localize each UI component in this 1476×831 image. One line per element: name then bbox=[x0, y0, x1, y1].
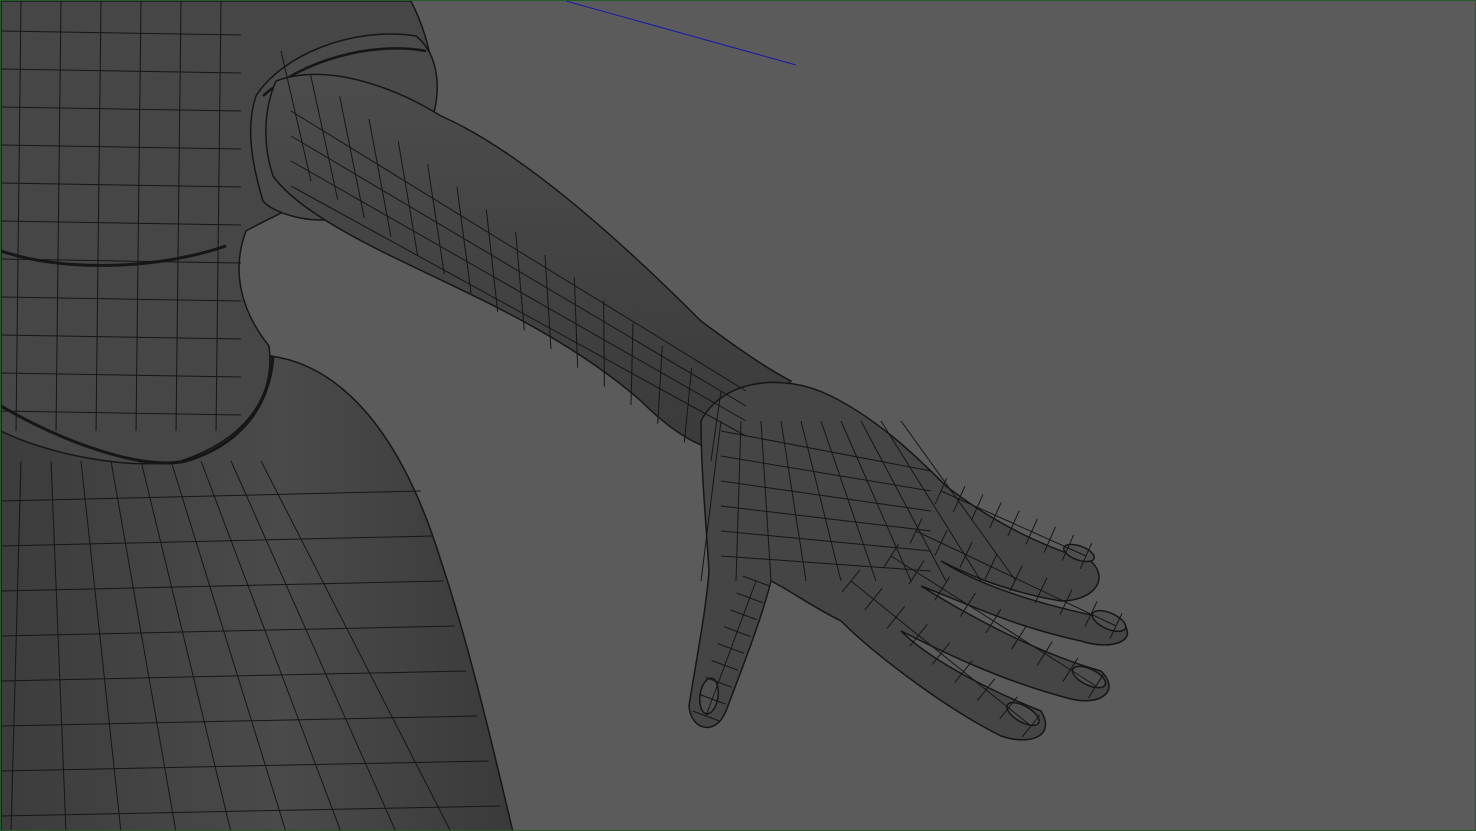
hand-mesh[interactable] bbox=[688, 381, 1129, 741]
wire-edge bbox=[290, 110, 747, 392]
axis-line bbox=[565, 1, 797, 66]
viewport-canvas[interactable] bbox=[1, 1, 1476, 831]
3d-viewport[interactable] bbox=[0, 0, 1476, 831]
wire-edge bbox=[603, 300, 605, 387]
